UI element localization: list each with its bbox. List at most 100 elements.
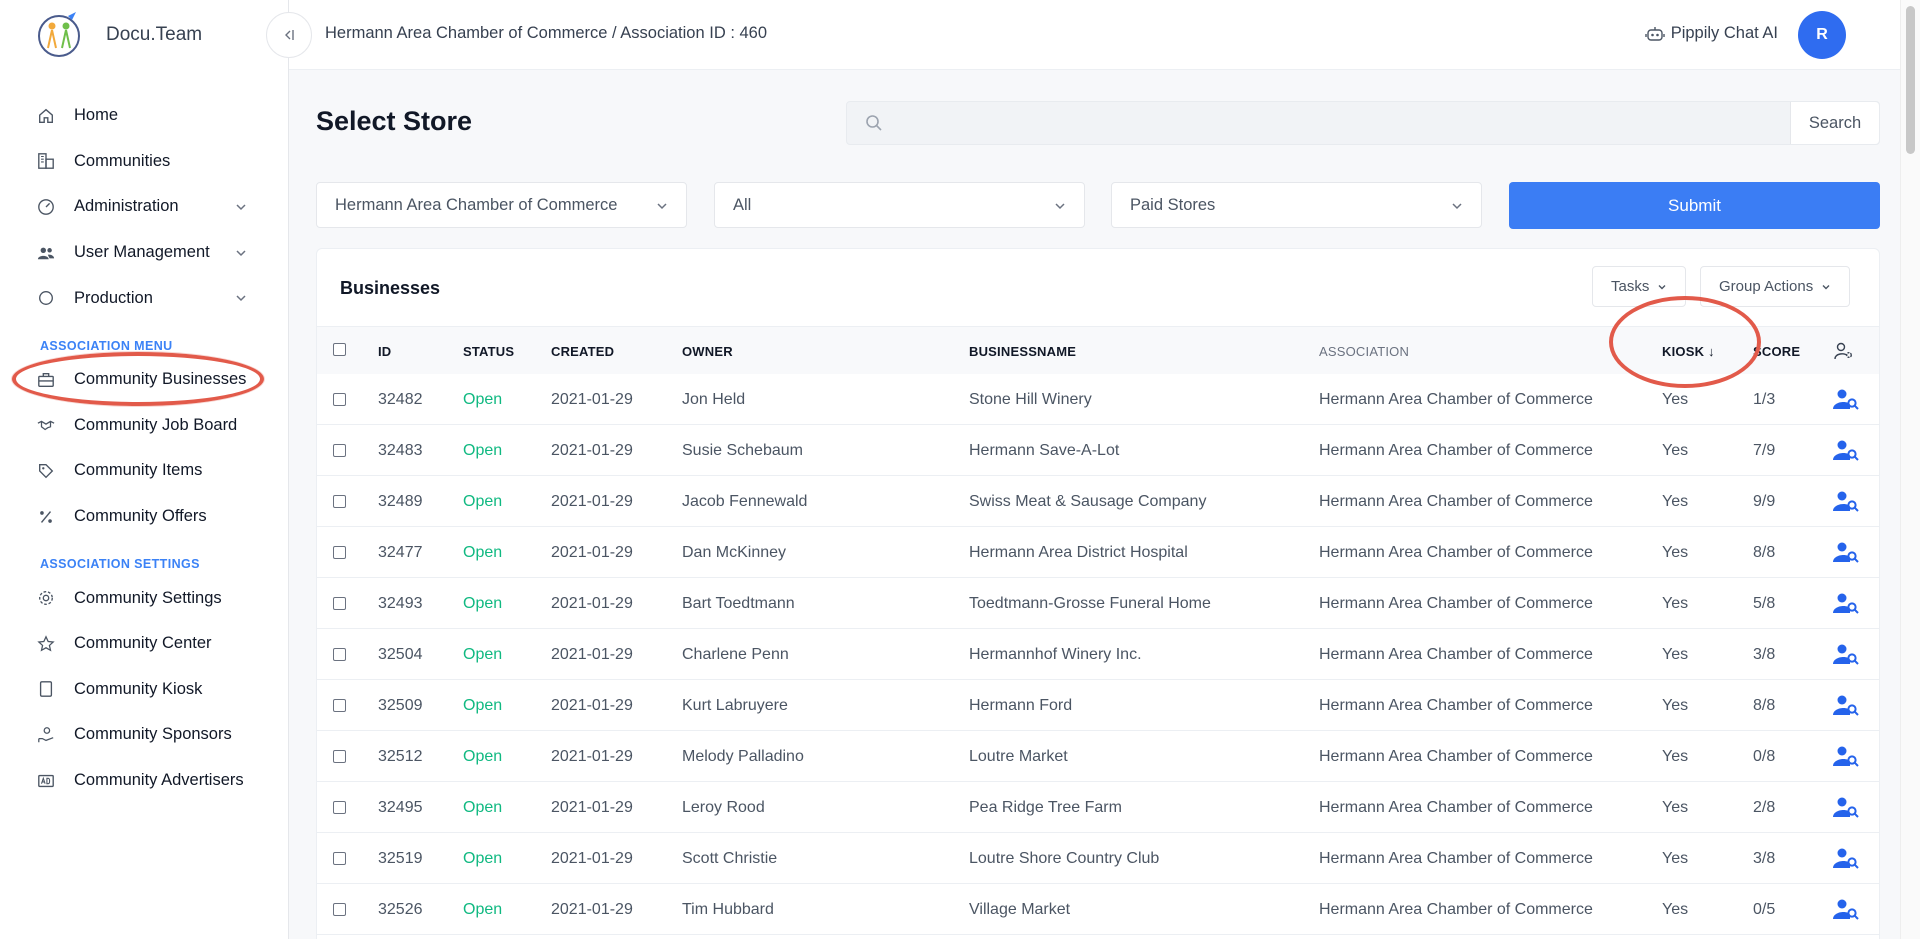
- cell-association: Hermann Area Chamber of Commerce: [1319, 391, 1593, 408]
- cell-owner: Bart Toedtmann: [682, 595, 795, 612]
- group-actions-label: Group Actions: [1719, 278, 1814, 295]
- sidebar-item-community-businesses[interactable]: Community Businesses: [0, 357, 289, 403]
- row-checkbox[interactable]: [333, 750, 346, 763]
- table-row[interactable]: 32512 Open 2021-01-29 Melody Palladino Loutr…: [317, 731, 1879, 782]
- cell-business: Hermann Area District Hospital: [969, 544, 1188, 561]
- cell-created: 2021-01-29: [551, 646, 633, 663]
- breadcrumb: Hermann Area Chamber of Commerce / Assoc…: [325, 24, 768, 42]
- table-row[interactable]: 32509 Open 2021-01-29 Kurt Labruyere Hermann…: [317, 680, 1879, 731]
- column-header-association[interactable]: ASSOCIATION: [1319, 344, 1409, 359]
- column-header-kiosk[interactable]: KIOSK ↓: [1662, 344, 1715, 359]
- sidebar-item-community-kiosk[interactable]: Community Kiosk: [0, 667, 289, 713]
- sidebar-item-community-job-board[interactable]: Community Job Board: [0, 403, 289, 449]
- table-row[interactable]: 32504 Open 2021-01-29 Charlene Penn Hermannh…: [317, 629, 1879, 680]
- sidebar-item-label: User Management: [74, 243, 210, 262]
- table-row[interactable]: 32493 Open 2021-01-29 Bart Toedtmann Toedtma…: [317, 578, 1879, 629]
- group-actions-button[interactable]: Group Actions: [1700, 266, 1851, 307]
- view-user-icon[interactable]: [1833, 541, 1859, 563]
- cell-id: 32489: [378, 493, 423, 510]
- hand-coin-icon: [36, 725, 56, 745]
- column-header-created[interactable]: CREATED: [551, 344, 614, 359]
- table-row[interactable]: 32477 Open 2021-01-29 Dan McKinney Hermann A…: [317, 527, 1879, 578]
- sidebar-item-community-settings[interactable]: Community Settings: [0, 575, 289, 621]
- page-scrollbar[interactable]: [1900, 0, 1920, 939]
- view-user-icon[interactable]: [1833, 439, 1859, 461]
- avatar[interactable]: R: [1798, 11, 1846, 59]
- percent-icon: [36, 507, 56, 527]
- sidebar-item-production[interactable]: Production: [0, 275, 289, 321]
- chevron-down-icon: [236, 204, 246, 211]
- view-user-icon[interactable]: [1833, 388, 1859, 410]
- cell-score: 7/9: [1753, 442, 1776, 459]
- cell-business: Swiss Meat & Sausage Company: [969, 493, 1207, 510]
- row-checkbox[interactable]: [333, 597, 346, 610]
- sidebar-item-label: Administration: [74, 197, 179, 216]
- view-user-icon[interactable]: [1833, 847, 1859, 869]
- row-checkbox[interactable]: [333, 903, 346, 916]
- sidebar-collapse-button[interactable]: [266, 12, 312, 58]
- brand[interactable]: Docu.Team: [32, 12, 202, 58]
- star-icon: [36, 634, 56, 654]
- docuteam-logo-icon: [38, 12, 80, 57]
- sidebar-item-community-offers[interactable]: Community Offers: [0, 494, 289, 540]
- column-header-score[interactable]: SCORE: [1753, 344, 1800, 359]
- table-row[interactable]: 32526 Open 2021-01-29 Tim Hubbard Village Ma…: [317, 884, 1879, 935]
- search-input[interactable]: [895, 102, 1735, 144]
- cell-association: Hermann Area Chamber of Commerce: [1319, 493, 1593, 510]
- view-user-icon[interactable]: [1833, 490, 1859, 512]
- table-header: ID STATUS CREATED OWNER BUSINESSNAME ASS…: [317, 326, 1879, 374]
- table-row[interactable]: 32489 Open 2021-01-29 Jacob Fennewald Swiss …: [317, 476, 1879, 527]
- cell-owner: Jacob Fennewald: [682, 493, 808, 510]
- chat-ai-button[interactable]: Pippily Chat AI: [1644, 24, 1778, 43]
- sidebar-item-community-sponsors[interactable]: Community Sponsors: [0, 712, 289, 758]
- store-type-select[interactable]: Paid Stores: [1111, 182, 1482, 228]
- view-user-icon[interactable]: [1833, 643, 1859, 665]
- sidebar-item-communities[interactable]: Communities: [0, 139, 289, 185]
- cell-owner: Charlene Penn: [682, 646, 789, 663]
- sidebar-item-label: Production: [74, 288, 153, 307]
- column-header-status[interactable]: STATUS: [463, 344, 514, 359]
- submit-button[interactable]: Submit: [1509, 182, 1880, 229]
- cell-association: Hermann Area Chamber of Commerce: [1319, 697, 1593, 714]
- view-user-icon[interactable]: [1833, 745, 1859, 767]
- user-settings-icon[interactable]: [1834, 342, 1854, 360]
- view-user-icon[interactable]: [1833, 796, 1859, 818]
- view-user-icon[interactable]: [1833, 694, 1859, 716]
- select-all-checkbox[interactable]: [333, 343, 346, 356]
- column-header-id[interactable]: ID: [378, 344, 391, 359]
- view-user-icon[interactable]: [1833, 592, 1859, 614]
- sidebar-item-community-center[interactable]: Community Center: [0, 621, 289, 667]
- table-row[interactable]: 32495 Open 2021-01-29 Leroy Rood Pea Ridge T…: [317, 782, 1879, 833]
- sidebar-item-home[interactable]: Home: [0, 93, 289, 139]
- cell-owner: Tim Hubbard: [682, 901, 774, 918]
- row-checkbox[interactable]: [333, 648, 346, 661]
- row-checkbox[interactable]: [333, 495, 346, 508]
- sidebar-item-administration[interactable]: Administration: [0, 184, 289, 230]
- row-checkbox[interactable]: [333, 546, 346, 559]
- row-checkbox[interactable]: [333, 852, 346, 865]
- row-checkbox[interactable]: [333, 801, 346, 814]
- sidebar-item-community-items[interactable]: Community Items: [0, 448, 289, 494]
- scrollbar-thumb[interactable]: [1906, 6, 1915, 154]
- category-select[interactable]: All: [714, 182, 1085, 228]
- tasks-button[interactable]: Tasks: [1592, 266, 1687, 307]
- column-header-businessname[interactable]: BUSINESSNAME: [969, 344, 1076, 359]
- row-checkbox[interactable]: [333, 444, 346, 457]
- view-user-icon[interactable]: [1833, 898, 1859, 920]
- buildings-icon: [36, 151, 56, 171]
- table-row[interactable]: 32519 Open 2021-01-29 Scott Christie Loutre …: [317, 833, 1879, 884]
- table-row[interactable]: 32483 Open 2021-01-29 Susie Schebaum Hermann…: [317, 425, 1879, 476]
- table-row[interactable]: 32482 Open 2021-01-29 Jon Held Stone Hill Wi…: [317, 374, 1879, 425]
- column-header-owner[interactable]: OWNER: [682, 344, 733, 359]
- association-select[interactable]: Hermann Area Chamber of Commerce: [316, 182, 687, 228]
- row-checkbox[interactable]: [333, 699, 346, 712]
- row-checkbox[interactable]: [333, 393, 346, 406]
- cell-kiosk: Yes: [1662, 442, 1689, 459]
- cell-kiosk: Yes: [1662, 646, 1689, 663]
- cell-score: 1/3: [1753, 391, 1776, 408]
- cell-created: 2021-01-29: [551, 544, 633, 561]
- search-button[interactable]: Search: [1790, 102, 1879, 144]
- sidebar-item-user-management[interactable]: User Management: [0, 230, 289, 276]
- cell-owner: Leroy Rood: [682, 799, 765, 816]
- sidebar-item-community-advertisers[interactable]: Community Advertisers: [0, 758, 289, 804]
